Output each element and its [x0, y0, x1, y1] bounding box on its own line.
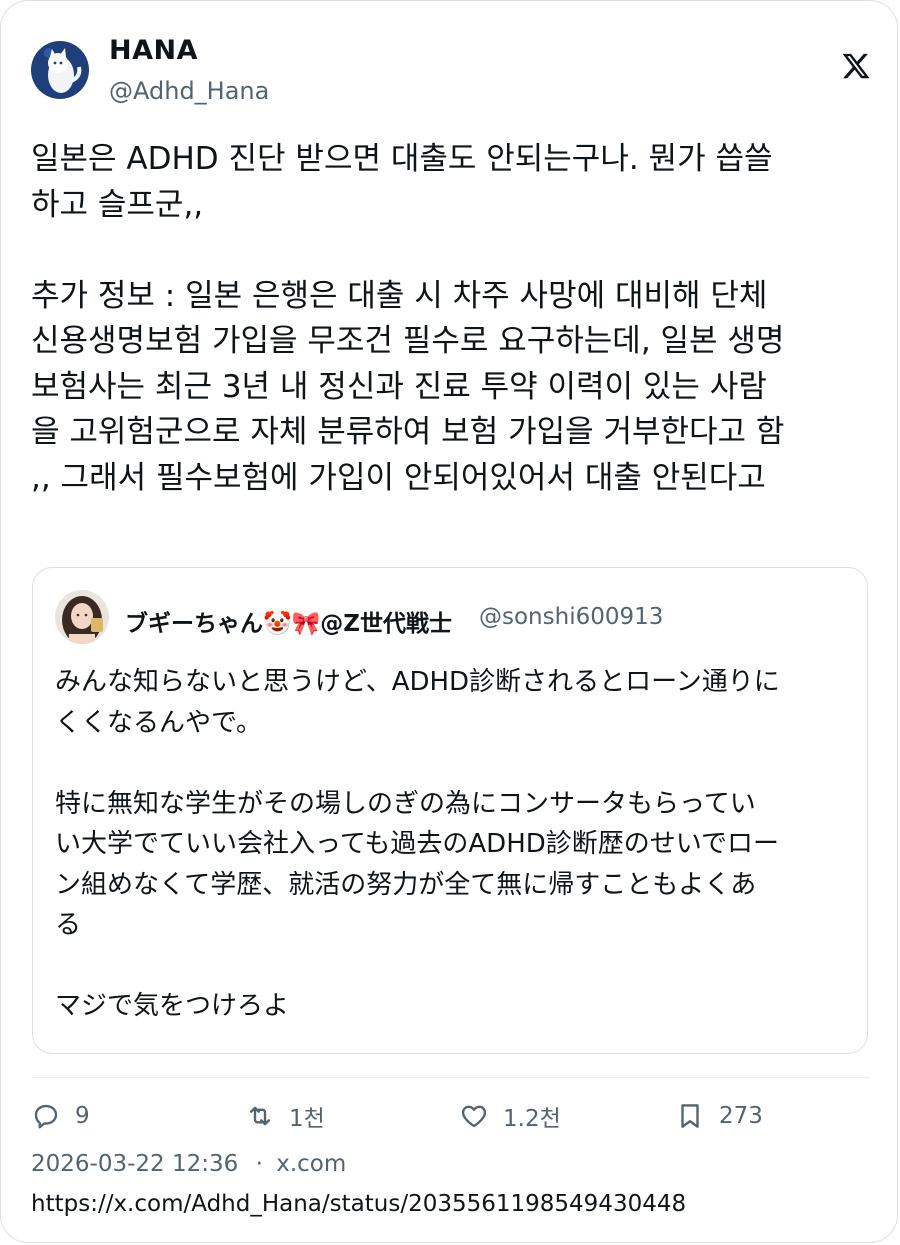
reply-button[interactable]: 9	[31, 1099, 90, 1133]
author-handle[interactable]: @Adhd_Hana	[109, 77, 269, 105]
quoted-tweet-text: みんな知らないと思うけど、ADHD診断されるとローン通りに くくなるんやで。 特…	[55, 667, 780, 1021]
bookmark-icon	[681, 1104, 699, 1128]
like-button[interactable]: 1.2천	[459, 1099, 561, 1133]
meta-separator: ·	[255, 1151, 263, 1177]
tweet-card: HANA @Adhd_Hana 일본은 ADHD 진단 받으면 대출도 안되는구…	[0, 0, 898, 1243]
retweet-count: 1천	[289, 1106, 325, 1132]
heart-icon	[461, 1105, 487, 1128]
action-bar-divider	[32, 1077, 870, 1078]
tweet-url[interactable]: https://x.com/Adhd_Hana/status/203556119…	[31, 1191, 686, 1217]
quoted-author-avatar[interactable]	[55, 590, 109, 644]
reply-icon	[34, 1104, 58, 1129]
tweet-text: 일본은 ADHD 진단 받으면 대출도 안되는구나. 뭔가 씁쓸 하고 슬프군,…	[31, 141, 785, 496]
source-label: x.com	[276, 1151, 347, 1177]
author-avatar[interactable]	[31, 41, 89, 99]
reply-count: 9	[75, 1103, 90, 1129]
bookmark-count: 273	[719, 1103, 763, 1129]
timestamp[interactable]: 2026-03-22 12:36	[31, 1151, 238, 1177]
bookmark-button[interactable]: 273	[675, 1099, 763, 1133]
quoted-handle[interactable]: @sonshi600913	[479, 604, 663, 630]
cat-avatar-icon	[31, 41, 89, 99]
author-display-name[interactable]: HANA	[109, 35, 198, 66]
quoted-tweet[interactable]: ブギーちゃん🤡🎀@Z世代戦士 @sonshi600913 みんな知らないと思うけ…	[32, 567, 868, 1054]
portrait-avatar-icon	[55, 590, 109, 644]
quoted-display-name[interactable]: ブギーちゃん🤡🎀@Z世代戦士	[125, 604, 452, 638]
x-logo-icon[interactable]	[841, 51, 871, 81]
retweet-button[interactable]: 1천	[245, 1099, 325, 1133]
like-count: 1.2천	[503, 1106, 561, 1132]
retweet-icon	[250, 1106, 270, 1126]
tweet-meta: 2026-03-22 12:36 · x.com	[31, 1151, 346, 1177]
